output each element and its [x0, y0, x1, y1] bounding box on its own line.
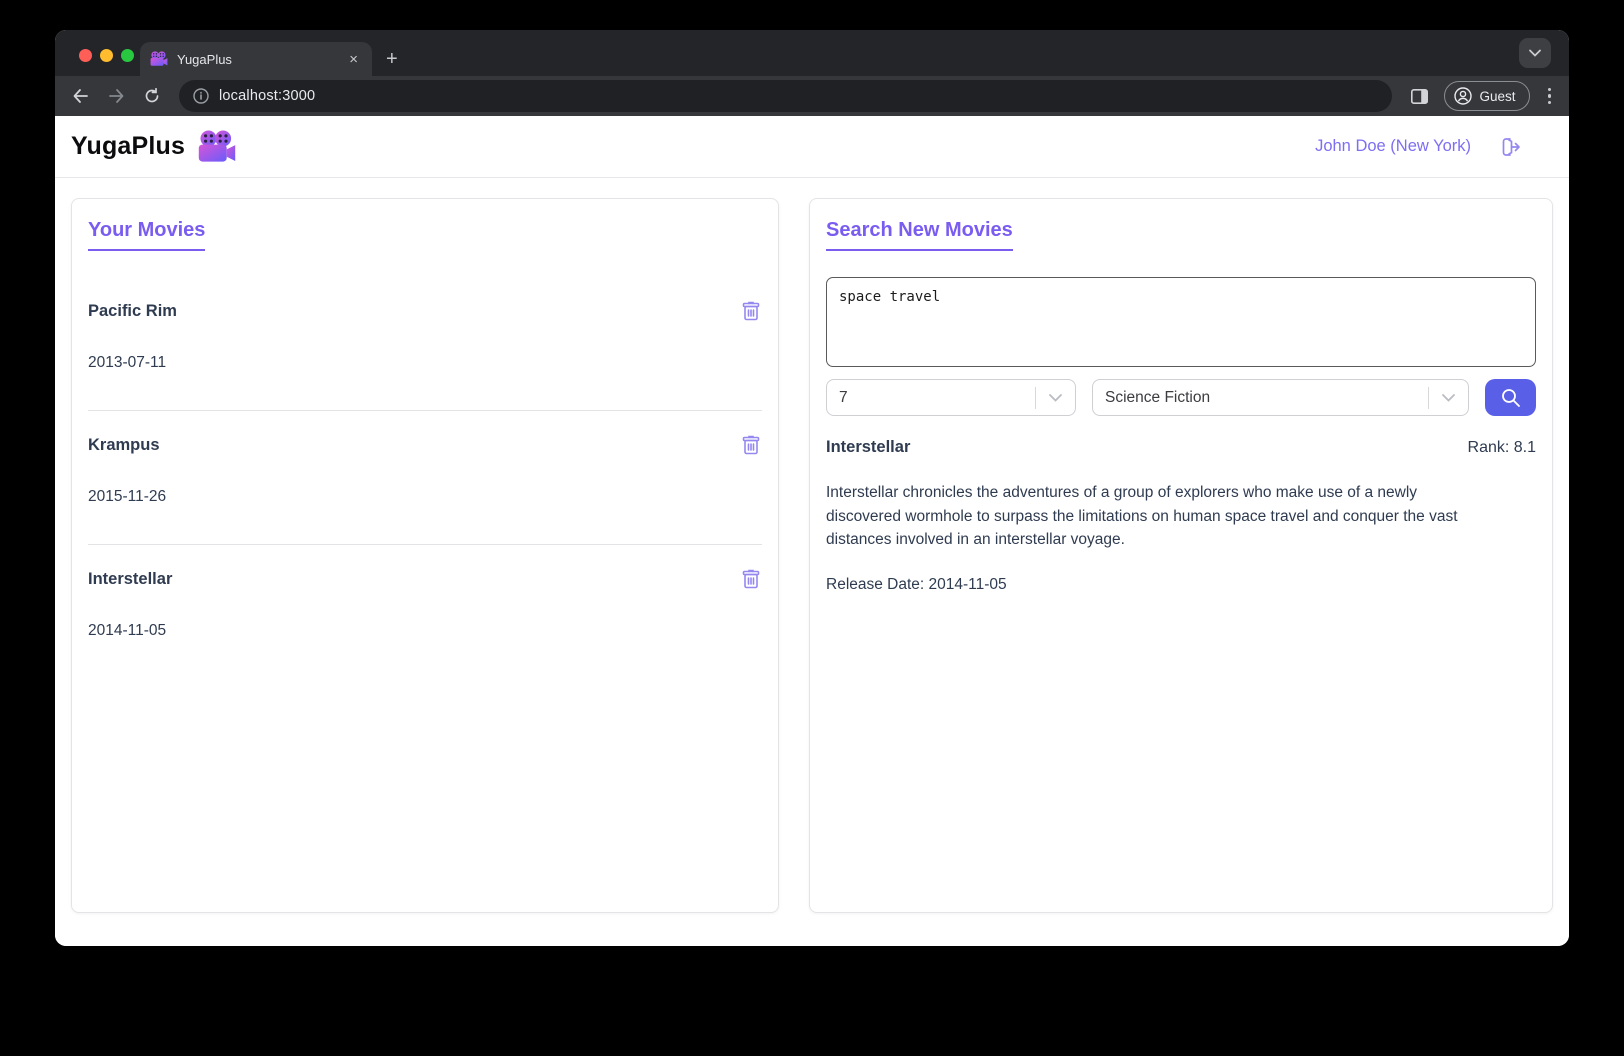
guest-avatar-icon — [1454, 87, 1472, 105]
content: Your Movies Pacific Rim 2013-07-11 Kramp… — [55, 178, 1569, 946]
your-movies-panel: Your Movies Pacific Rim 2013-07-11 Kramp… — [71, 198, 779, 913]
trash-icon — [741, 568, 761, 590]
user-account-link[interactable]: John Doe (New York) — [1315, 137, 1471, 156]
browser-window: YugaPlus × + — [55, 30, 1569, 946]
url-text: localhost:3000 — [219, 88, 315, 104]
chevron-down-icon — [1442, 394, 1455, 402]
search-button[interactable] — [1485, 379, 1536, 416]
brand-camera-icon — [197, 130, 237, 164]
rank-select-value: 7 — [839, 389, 848, 407]
chevron-down-icon — [1529, 49, 1541, 57]
search-title: Search New Movies — [826, 219, 1013, 251]
result-description: Interstellar chronicles the adventures o… — [826, 481, 1476, 552]
app-header: YugaPlus John Doe (New York) — [55, 116, 1569, 178]
browser-tab[interactable]: YugaPlus × — [140, 42, 372, 76]
movie-separator — [88, 410, 762, 411]
back-arrow-icon — [72, 88, 89, 104]
page: YugaPlus John Doe (New York) Your Movies… — [55, 116, 1569, 946]
search-result: Interstellar Rank: 8.1 Interstellar chro… — [826, 438, 1536, 594]
browser-menu-button[interactable] — [1540, 88, 1560, 105]
profile-button[interactable]: Guest — [1444, 81, 1529, 111]
movie-title: Krampus — [88, 436, 160, 455]
back-button[interactable] — [65, 81, 95, 111]
result-release-date: Release Date: 2014-11-05 — [826, 576, 1536, 594]
close-tab-icon[interactable]: × — [345, 50, 362, 69]
zoom-window-button[interactable] — [121, 49, 134, 62]
genre-select-value: Science Fiction — [1105, 389, 1210, 407]
movie-title: Interstellar — [88, 570, 172, 589]
tab-strip: YugaPlus × + — [55, 30, 1569, 76]
movie-title: Pacific Rim — [88, 302, 177, 321]
search-filters: 7 Science Fiction — [826, 379, 1536, 416]
movie-date: 2014-11-05 — [88, 622, 762, 640]
result-title: Interstellar — [826, 438, 910, 457]
movie-separator — [88, 544, 762, 545]
your-movies-title: Your Movies — [88, 219, 205, 251]
yugaplus-favicon-icon — [150, 51, 168, 67]
delete-movie-button[interactable] — [740, 299, 762, 323]
side-panel-button[interactable] — [1404, 81, 1434, 111]
refresh-button[interactable] — [137, 81, 167, 111]
forward-button[interactable] — [101, 81, 131, 111]
address-bar[interactable]: localhost:3000 — [179, 80, 1392, 112]
delete-movie-button[interactable] — [740, 433, 762, 457]
profile-label: Guest — [1479, 89, 1515, 104]
movie-date: 2015-11-26 — [88, 488, 762, 506]
minimize-window-button[interactable] — [100, 49, 113, 62]
movie-row: Pacific Rim 2013-07-11 — [88, 299, 762, 411]
delete-movie-button[interactable] — [740, 567, 762, 591]
new-tab-button[interactable]: + — [386, 49, 398, 69]
result-rank: Rank: 8.1 — [1468, 439, 1536, 457]
refresh-icon — [144, 88, 160, 104]
forward-arrow-icon — [108, 88, 125, 104]
movie-row: Krampus 2015-11-26 — [88, 433, 762, 545]
movie-row: Interstellar 2014-11-05 — [88, 567, 762, 640]
search-panel: Search New Movies space travel 7 Scien — [809, 198, 1553, 913]
search-query-input[interactable]: space travel — [826, 277, 1536, 367]
genre-select[interactable]: Science Fiction — [1092, 379, 1469, 416]
site-info-icon[interactable] — [193, 88, 209, 104]
chevron-down-icon — [1049, 394, 1062, 402]
tab-search-button[interactable] — [1519, 38, 1551, 68]
movie-date: 2013-07-11 — [88, 354, 762, 372]
browser-toolbar: localhost:3000 Guest — [55, 76, 1569, 116]
movies-list: Pacific Rim 2013-07-11 Krampus 2015-11-2… — [88, 299, 762, 640]
tab-title: YugaPlus — [177, 52, 336, 67]
side-panel-icon — [1411, 89, 1428, 104]
logout-icon[interactable] — [1497, 135, 1521, 159]
close-window-button[interactable] — [79, 49, 92, 62]
trash-icon — [741, 434, 761, 456]
rank-select[interactable]: 7 — [826, 379, 1076, 416]
brand-title: YugaPlus — [71, 132, 185, 161]
trash-icon — [741, 300, 761, 322]
search-icon — [1500, 387, 1521, 408]
window-controls — [79, 49, 134, 62]
